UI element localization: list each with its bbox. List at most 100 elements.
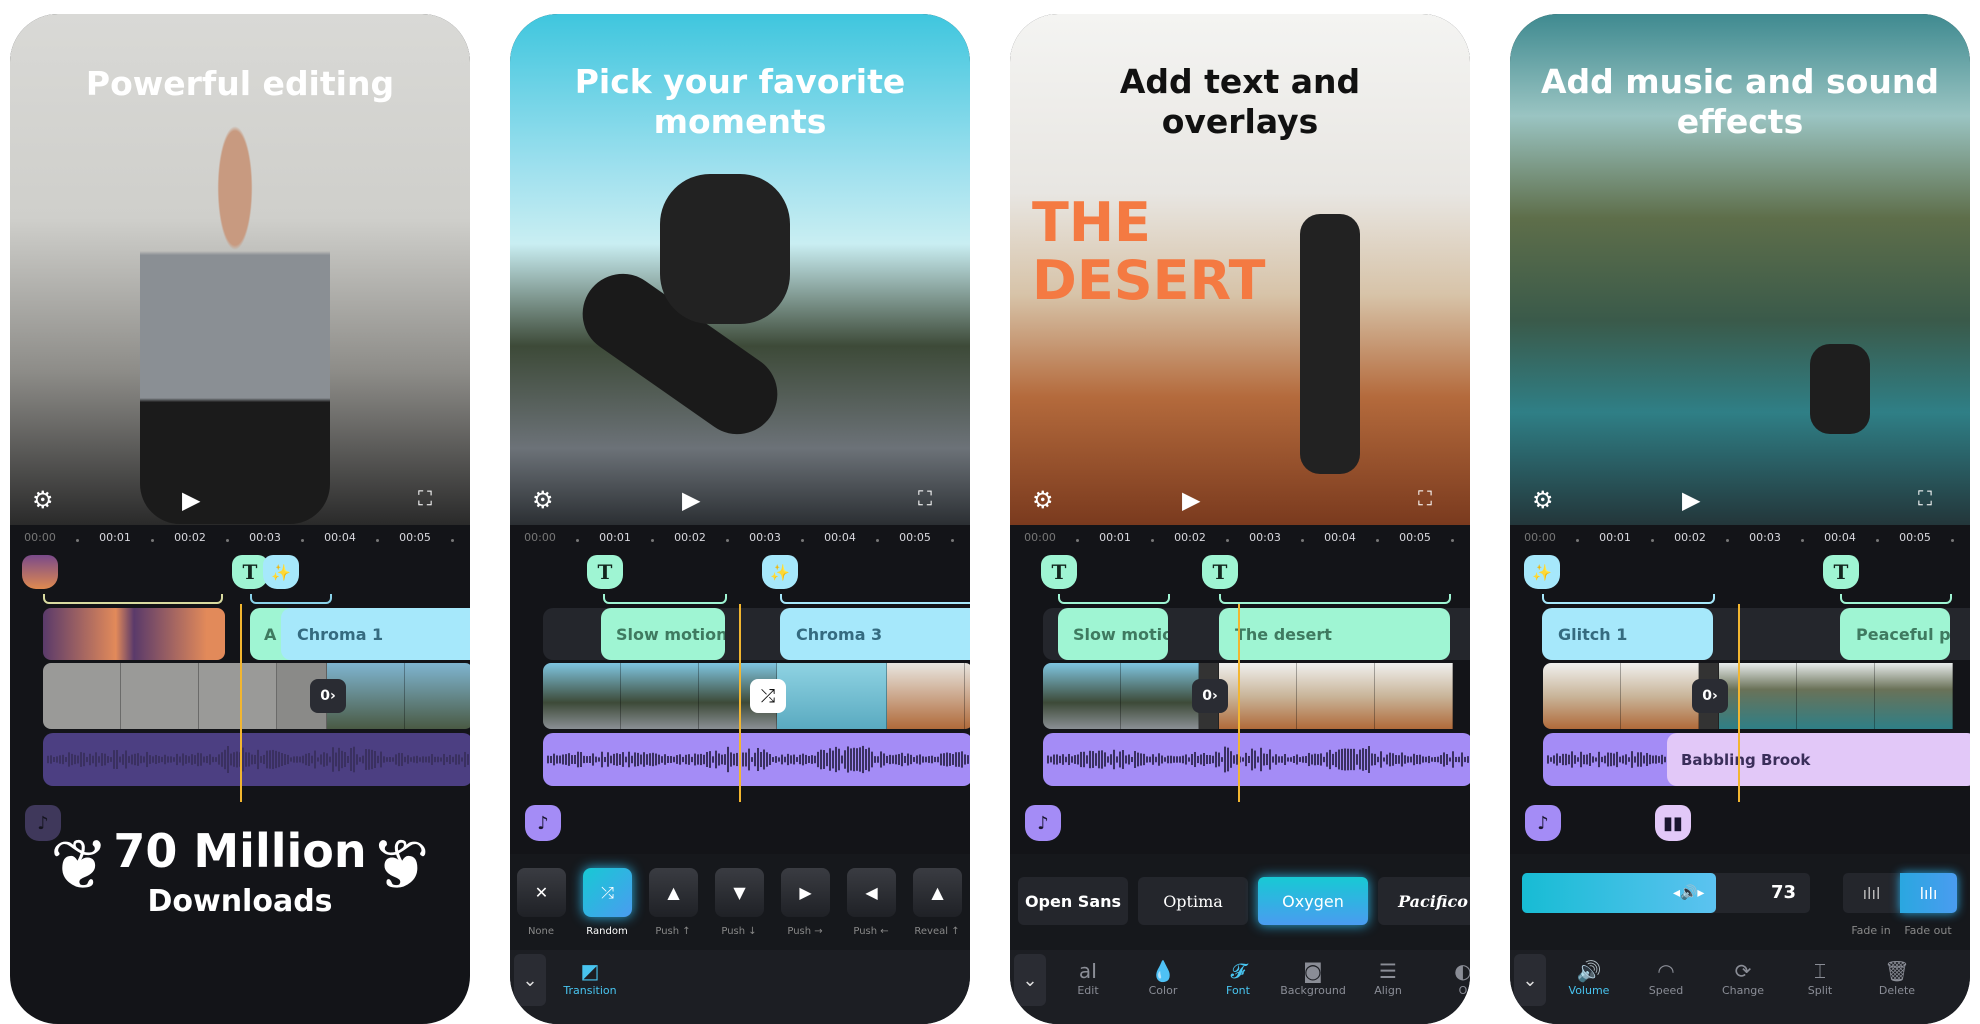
waveform-bar	[580, 751, 582, 768]
transition-option-push[interactable]: ◀	[847, 868, 896, 917]
transition-option-random[interactable]: ⤮	[583, 868, 632, 917]
audio-track[interactable]	[543, 733, 970, 786]
waveform-bar	[1655, 755, 1657, 764]
settings-gear-icon[interactable]: ⚙	[1532, 486, 1554, 514]
tab-volume[interactable]: 🔊 Volume	[1549, 958, 1629, 997]
text-marker-icon[interactable]: T	[587, 555, 623, 589]
waveform-bar	[65, 757, 67, 762]
font-option-pacifico[interactable]: Pacifico	[1378, 877, 1470, 925]
transition-button[interactable]: 0›	[1192, 679, 1228, 713]
transition-button[interactable]: 0›	[1692, 679, 1728, 713]
video-track[interactable]	[1543, 663, 1970, 729]
headline-line: moments	[653, 102, 827, 141]
transition-option-push[interactable]: ▲	[649, 868, 698, 917]
waveform-bar	[341, 750, 343, 769]
music-marker-icon[interactable]: ♪	[1025, 805, 1061, 841]
tab-change[interactable]: ⟳ Change	[1703, 958, 1783, 997]
overlay-clip[interactable]	[43, 608, 225, 660]
waveform-bar	[1140, 753, 1142, 766]
overlay-marker[interactable]	[22, 555, 58, 589]
waveform-bar	[272, 749, 274, 770]
text-marker-icon[interactable]: T	[1823, 555, 1859, 589]
waveform-bar	[149, 755, 151, 764]
font-option-oxygen[interactable]: Oxygen	[1258, 877, 1368, 925]
text-clip[interactable]: Peaceful pl	[1840, 608, 1950, 660]
music-marker-icon[interactable]: ♪	[1525, 805, 1561, 841]
tab-align[interactable]: ☰ Align	[1348, 958, 1428, 997]
waveform-bar	[649, 753, 651, 766]
collapse-chevron-down-icon[interactable]: ⌄	[1014, 954, 1046, 1006]
playhead[interactable]	[739, 604, 741, 802]
sound-effect-clip[interactable]: Babbling Brook	[1667, 733, 1970, 786]
tab-split[interactable]: ⌶ Split	[1780, 958, 1860, 997]
transition-shuffle-icon[interactable]: ⤮	[750, 679, 786, 713]
play-icon[interactable]: ▶	[1682, 486, 1700, 514]
fade-in-button[interactable]: ılıl	[1843, 873, 1900, 913]
text-clip[interactable]: Slow motion	[1058, 608, 1168, 660]
effect-clip[interactable]: Glitch 1	[1542, 608, 1713, 660]
effect-magic-wand-icon[interactable]: ✨	[762, 555, 798, 589]
effect-clip[interactable]: Chroma 1	[281, 608, 470, 660]
play-icon[interactable]: ▶	[1182, 486, 1200, 514]
text-marker-icon[interactable]: T	[1041, 555, 1077, 589]
tab-font[interactable]: 𝓕 Font	[1198, 958, 1278, 997]
transition-option-push[interactable]: ▶	[781, 868, 830, 917]
fullscreen-icon[interactable]: ⛶	[1418, 486, 1432, 510]
video-track[interactable]	[1043, 663, 1470, 729]
waveform-bar	[1251, 748, 1253, 771]
text-marker-icon[interactable]: T	[1202, 555, 1238, 589]
audio-track[interactable]	[43, 733, 470, 786]
fade-out-button[interactable]: lılı	[1900, 873, 1957, 913]
play-icon[interactable]: ▶	[182, 486, 200, 514]
audio-track[interactable]	[1043, 733, 1470, 786]
play-icon[interactable]: ▶	[682, 486, 700, 514]
collapse-chevron-down-icon[interactable]: ⌄	[514, 954, 546, 1006]
playhead[interactable]	[1238, 604, 1240, 802]
timeline-ruler[interactable]: 00:00 00:01 00:02 00:03 00:04 00:05	[1010, 525, 1470, 547]
transition-option-reveal[interactable]: ▲	[913, 868, 962, 917]
tab-speed[interactable]: ◠ Speed	[1626, 958, 1706, 997]
timeline-ruler[interactable]: 00:00 00:01 00:02 00:03 00:04 00:05	[510, 525, 970, 547]
volume-slider-fill[interactable]: ◂🔊▸	[1522, 873, 1717, 913]
timeline-ruler[interactable]: 00:00 00:01 00:02 00:03 00:04 00:05	[1510, 525, 1970, 547]
tab-edit[interactable]: aI Edit	[1048, 958, 1128, 997]
tab-label: Color	[1148, 984, 1178, 997]
overlay-text[interactable]: THE DESERT	[1032, 194, 1265, 310]
font-option-open-sans[interactable]: Open Sans	[1018, 877, 1128, 925]
transition-button[interactable]: 0›	[310, 679, 346, 713]
fullscreen-icon[interactable]: ⛶	[418, 486, 432, 510]
effect-magic-wand-icon[interactable]: ✨	[1524, 555, 1560, 589]
settings-gear-icon[interactable]: ⚙	[1032, 486, 1054, 514]
waveform-bar	[122, 754, 124, 765]
tab-background[interactable]: ◙ Background	[1273, 958, 1353, 997]
effect-clip[interactable]: Chroma 3	[780, 608, 970, 660]
sound-effect-marker-icon[interactable]: ▮▮	[1655, 805, 1691, 841]
playhead[interactable]	[1738, 604, 1740, 802]
transition-option-none[interactable]: ✕	[517, 868, 566, 917]
tab-transition[interactable]: ◩ Transition	[550, 958, 630, 997]
timeline-ruler[interactable]: 00:00 00:01 00:02 00:03 00:04 00:05	[10, 525, 470, 547]
music-marker-icon[interactable]: ♪	[525, 805, 561, 841]
waveform-bar	[116, 749, 118, 770]
volume-slider[interactable]: ◂🔊▸ 73	[1522, 873, 1810, 913]
text-clip[interactable]: Slow motion	[601, 608, 725, 660]
tab-o[interactable]: ◐ O	[1423, 958, 1470, 997]
transition-option-push[interactable]: ▼	[715, 868, 764, 917]
font-option-optima[interactable]: Optima	[1138, 877, 1248, 925]
tab-color[interactable]: 💧 Color	[1123, 958, 1203, 997]
video-track[interactable]	[43, 663, 470, 729]
waveform-bar	[419, 757, 421, 762]
waveform-bar	[1568, 754, 1570, 765]
playhead[interactable]	[240, 604, 242, 802]
text-clip-selected[interactable]: The desert	[1219, 608, 1450, 660]
settings-gear-icon[interactable]: ⚙	[32, 486, 54, 514]
effect-magic-wand-icon[interactable]: ✨	[263, 555, 299, 589]
fullscreen-icon[interactable]: ⛶	[918, 486, 932, 510]
tab-delete[interactable]: 🗑 Delete	[1857, 958, 1937, 997]
waveform-bar	[1071, 756, 1073, 763]
settings-gear-icon[interactable]: ⚙	[532, 486, 554, 514]
fullscreen-icon[interactable]: ⛶	[1918, 486, 1932, 510]
waveform-bar	[1266, 753, 1268, 766]
waveform-bar	[1188, 757, 1190, 762]
collapse-chevron-down-icon[interactable]: ⌄	[1514, 954, 1546, 1006]
